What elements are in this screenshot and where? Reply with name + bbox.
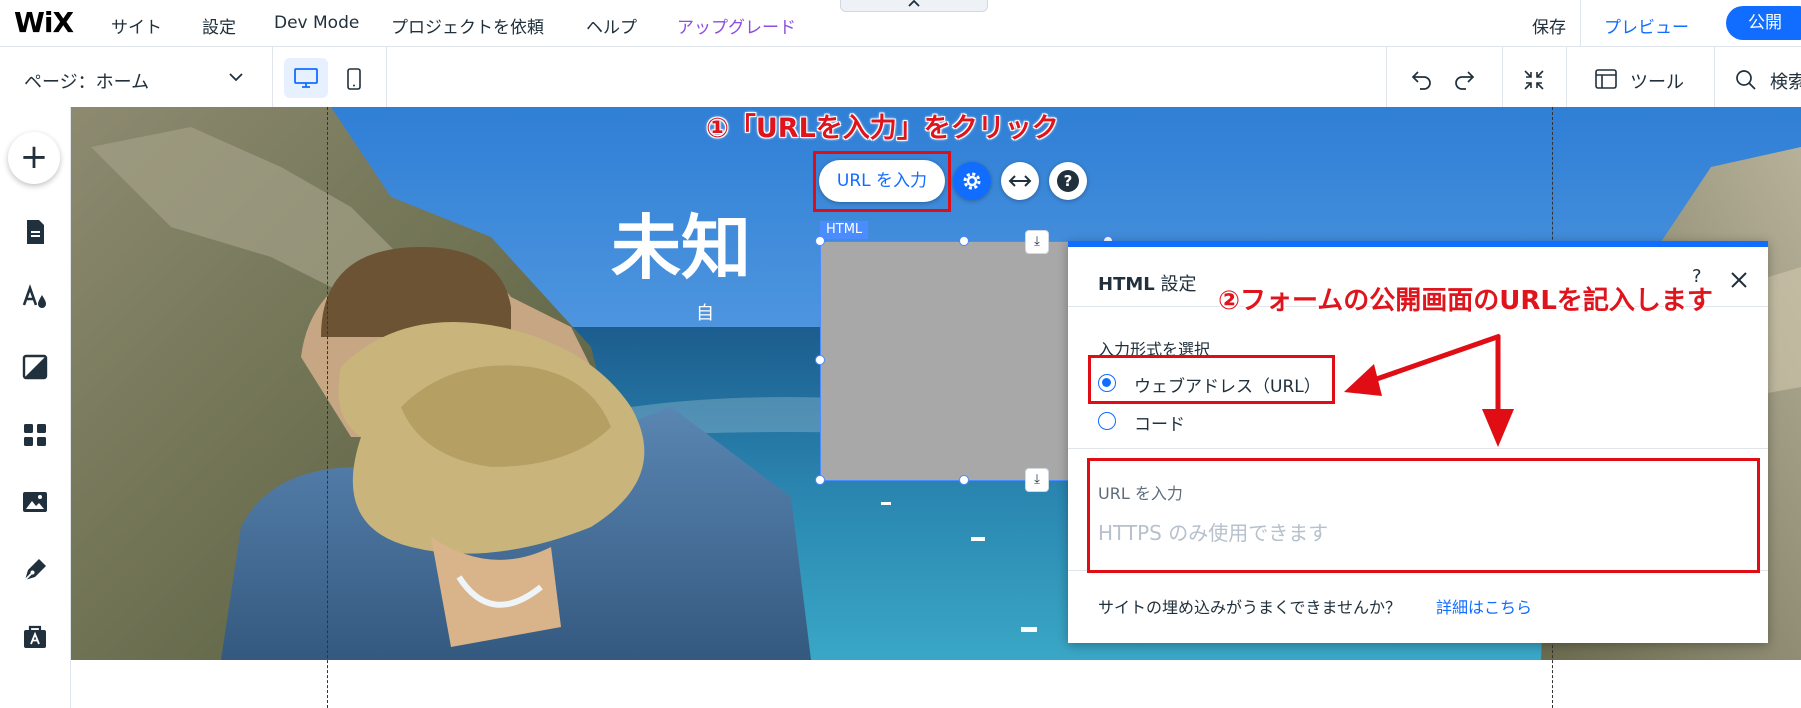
- redo-icon[interactable]: [1452, 68, 1476, 90]
- radio-code-label[interactable]: コード: [1134, 410, 1185, 435]
- resize-handle[interactable]: [959, 236, 969, 246]
- divider: [1502, 47, 1503, 107]
- divider: [386, 47, 387, 107]
- add-elements-button[interactable]: +: [8, 132, 60, 184]
- html-element-tag: HTML: [820, 221, 869, 239]
- desktop-icon: [294, 68, 318, 88]
- annotation-step1: ①「URLを入力」をクリック: [706, 113, 1059, 144]
- left-toolbar: [0, 107, 71, 708]
- learn-more-link[interactable]: 詳細はこちら: [1436, 594, 1532, 618]
- resize-handle[interactable]: [815, 475, 825, 485]
- hero-subtitle: 自: [696, 303, 714, 324]
- background-icon[interactable]: [20, 352, 50, 382]
- close-icon[interactable]: [1730, 271, 1748, 289]
- preview-button[interactable]: プレビュー: [1604, 13, 1689, 38]
- menu-settings[interactable]: 設定: [202, 13, 236, 38]
- resize-handle[interactable]: [815, 236, 825, 246]
- html-embed-element[interactable]: [820, 241, 1110, 481]
- divider: [1386, 47, 1387, 107]
- annotation-step2: ②フォームの公開画面のURLを記入します: [1218, 286, 1713, 316]
- stretch-horizontal-icon: [1008, 175, 1032, 187]
- annotation-highlight-url-input: [1087, 458, 1760, 573]
- chevron-down-icon[interactable]: [228, 72, 244, 82]
- stretch-down-icon[interactable]: ⤓: [1025, 230, 1049, 254]
- page-guide-line-left: [327, 107, 328, 708]
- help-button[interactable]: ?: [1049, 162, 1087, 200]
- blog-pen-icon[interactable]: [20, 555, 50, 585]
- divider: [1580, 0, 1581, 46]
- settings-button[interactable]: [953, 162, 991, 200]
- search-icon[interactable]: [1734, 68, 1758, 92]
- stretch-button[interactable]: [1001, 162, 1039, 200]
- question-circle-icon: ?: [1057, 170, 1079, 192]
- menu-hire-professional[interactable]: プロジェクトを依頼: [391, 13, 544, 38]
- save-button[interactable]: 保存: [1532, 13, 1566, 38]
- stretch-down-icon[interactable]: ⤓: [1025, 468, 1049, 492]
- search-button[interactable]: 検索: [1770, 68, 1801, 94]
- collapse-toolbar-tab[interactable]: [840, 0, 988, 12]
- zoom-out-icon[interactable]: [1522, 68, 1546, 92]
- add-icon: +: [19, 137, 49, 177]
- divider: [1566, 47, 1567, 107]
- chevron-up-icon: [908, 0, 920, 7]
- annotation-highlight-web-address: [1088, 355, 1335, 404]
- divider: [1714, 47, 1715, 107]
- theme-icon[interactable]: [20, 283, 50, 313]
- undo-icon[interactable]: [1410, 68, 1434, 90]
- page-selector[interactable]: ページ：ホーム: [24, 68, 149, 94]
- wix-logo[interactable]: WiX: [14, 6, 74, 39]
- embed-help-text: サイトの埋め込みがうまくできませんか？: [1098, 598, 1402, 617]
- desktop-view-button[interactable]: [284, 58, 328, 98]
- svg-text:?: ?: [1064, 172, 1073, 190]
- page-section-blank[interactable]: [71, 660, 1801, 708]
- media-icon[interactable]: [20, 487, 50, 517]
- apps-icon[interactable]: [20, 420, 50, 450]
- menu-site[interactable]: サイト: [111, 13, 162, 38]
- hero-title: 未知: [611, 207, 751, 289]
- gear-icon: [963, 172, 981, 190]
- tools-icon[interactable]: [1594, 68, 1618, 90]
- annotation-highlight-url-button: [813, 151, 951, 212]
- radio-code[interactable]: [1098, 412, 1116, 430]
- tools-button[interactable]: ツール: [1630, 68, 1684, 94]
- resize-handle[interactable]: [815, 355, 825, 365]
- pages-icon[interactable]: [20, 217, 50, 247]
- panel-title: HTML 設定: [1098, 274, 1197, 295]
- publish-button[interactable]: 公開: [1726, 6, 1801, 40]
- mobile-icon[interactable]: [345, 67, 363, 91]
- menu-dev-mode[interactable]: Dev Mode: [274, 13, 359, 33]
- resize-handle[interactable]: [959, 475, 969, 485]
- menu-upgrade[interactable]: アップグレード: [677, 13, 796, 38]
- menu-help[interactable]: ヘルプ: [586, 13, 637, 38]
- annotation-arrow-down: [1482, 335, 1514, 447]
- business-bag-icon[interactable]: [20, 622, 50, 652]
- divider: [272, 47, 273, 107]
